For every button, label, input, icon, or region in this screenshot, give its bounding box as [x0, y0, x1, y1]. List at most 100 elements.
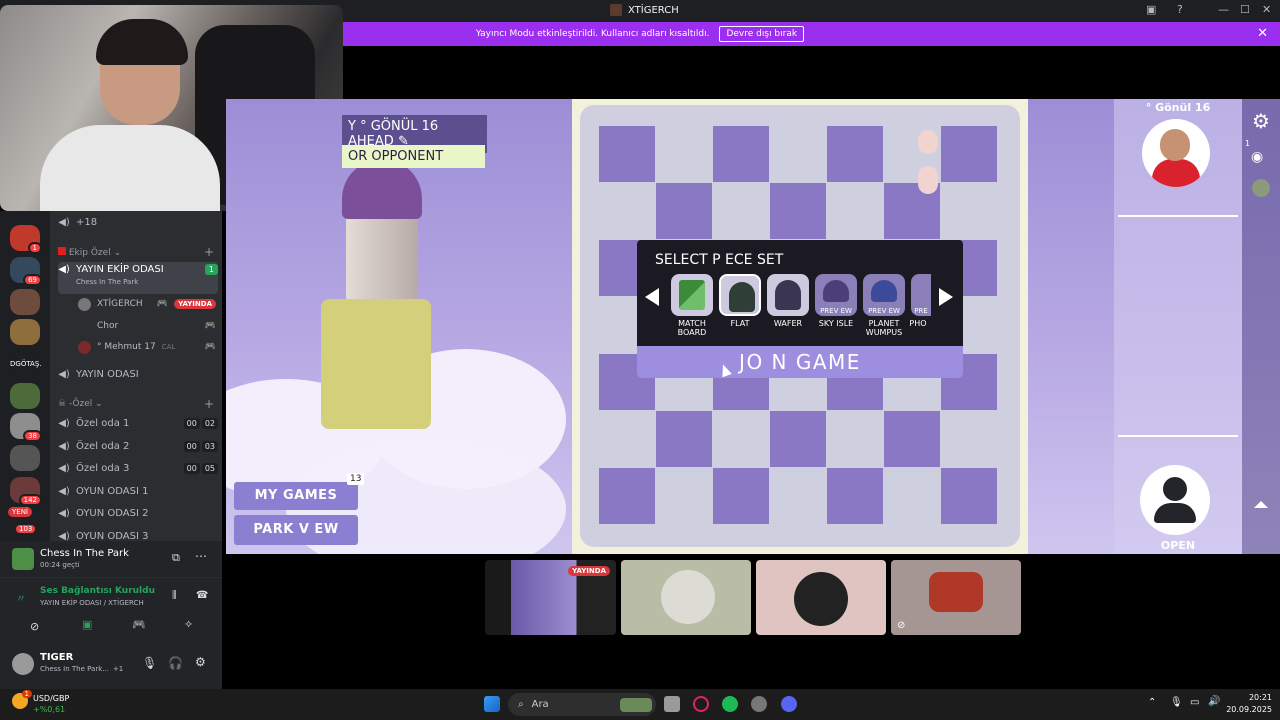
voice-overflow[interactable]: ◀) +18: [58, 213, 218, 231]
piece-set-flat[interactable]: [719, 274, 761, 316]
board-square[interactable]: [827, 468, 883, 524]
more-options-icon[interactable]: ⋯: [195, 549, 207, 563]
board-square[interactable]: [656, 468, 712, 524]
steam-icon[interactable]: [751, 696, 767, 712]
tray-chevron-icon[interactable]: ⌃: [1148, 697, 1156, 708]
screen-share-button-icon[interactable]: ▣: [82, 618, 92, 631]
board-square[interactable]: [941, 411, 997, 467]
chess-pieces[interactable]: [910, 126, 960, 206]
channel-yayin-odasi[interactable]: ◀) YAYIN ODASI: [58, 365, 218, 383]
board-square[interactable]: [656, 411, 712, 467]
channel-yayin-ekip-odasi[interactable]: ◀) YAYIN EKİP ODASI Chess In The Park 1: [58, 262, 218, 294]
tray-monitor-icon[interactable]: ▭: [1190, 697, 1199, 708]
activity-panel[interactable]: Chess In The Park 00:24 geçti ⧉ ⋯: [0, 541, 222, 577]
board-square[interactable]: [770, 468, 826, 524]
microphone-icon[interactable]: 🎙: [142, 656, 157, 670]
spotify-icon[interactable]: [722, 696, 738, 712]
screen-share-icon[interactable]: ▣: [1146, 3, 1156, 16]
board-square[interactable]: [656, 183, 712, 239]
participant-tile[interactable]: [621, 560, 751, 635]
board-square[interactable]: [884, 411, 940, 467]
join-game-button[interactable]: JO N GAME: [637, 346, 963, 378]
headphones-icon[interactable]: 🎧: [168, 656, 183, 670]
board-square[interactable]: [827, 126, 883, 182]
opera-icon[interactable]: [693, 696, 709, 712]
board-square[interactable]: [713, 126, 769, 182]
stock-widget-icon[interactable]: 1: [12, 690, 32, 709]
piece-set-pho[interactable]: PRE: [911, 274, 931, 316]
new-servers-badge[interactable]: YENİ: [8, 507, 32, 517]
camera-off-icon[interactable]: ⊘: [30, 620, 39, 633]
voice-status[interactable]: Ses Bağlantısı Kuruldu: [40, 586, 155, 596]
voice-location[interactable]: YAYIN EKİP ODASI / XTİGERCH: [40, 599, 144, 607]
user-avatar[interactable]: [12, 653, 34, 675]
clock-time[interactable]: 20:21: [1228, 693, 1272, 702]
participant-tile[interactable]: [756, 560, 886, 635]
voice-user[interactable]: Chor 🎮: [78, 317, 216, 335]
disable-streamer-mode-button[interactable]: Devre dışı bırak: [719, 26, 805, 42]
taskbar-search[interactable]: ⌕ Ara: [508, 693, 656, 716]
discord-icon[interactable]: [781, 696, 797, 712]
server-icon[interactable]: 1: [10, 225, 42, 254]
windows-start-icon[interactable]: [484, 696, 500, 712]
server-icon[interactable]: [10, 289, 40, 315]
voice-user[interactable]: XTİGERCH 🎮 YAYINDA: [78, 295, 216, 313]
activity-share-icon[interactable]: ⧉: [172, 551, 180, 565]
settings-gear-icon[interactable]: ⚙: [1252, 109, 1270, 133]
server-icon[interactable]: [10, 319, 40, 345]
board-square[interactable]: [941, 468, 997, 524]
spectator-avatar[interactable]: [1252, 179, 1270, 197]
board-square[interactable]: [827, 183, 883, 239]
maximize-button[interactable]: ☐: [1240, 3, 1250, 16]
server-icon[interactable]: 142: [10, 477, 42, 506]
category-private[interactable]: ☠ -Özel ⌄: [58, 399, 103, 409]
noise-suppression-icon[interactable]: ⫼: [172, 590, 177, 601]
soundboard-icon[interactable]: ✧: [184, 618, 193, 631]
help-icon[interactable]: ?: [1177, 3, 1183, 16]
scroll-left-arrow-icon[interactable]: [645, 288, 659, 306]
channel-oyun-odasi-1[interactable]: ◀) OYUN ODASI 1: [58, 482, 218, 500]
close-notice-icon[interactable]: ✕: [1257, 26, 1268, 41]
my-games-button[interactable]: MY GAMES: [234, 482, 358, 510]
opponent-avatar[interactable]: [1142, 119, 1210, 187]
board-square[interactable]: [599, 411, 655, 467]
channel-ozel-oda-2[interactable]: ◀) Özel oda 2 00 03: [58, 437, 218, 455]
channel-ozel-oda-3[interactable]: ◀) Özel oda 3 00 05: [58, 459, 218, 477]
disconnect-icon[interactable]: ☎: [196, 590, 208, 601]
channel-ozel-oda-1[interactable]: ◀) Özel oda 1 00 02: [58, 414, 218, 432]
board-square[interactable]: [884, 468, 940, 524]
tray-volume-icon[interactable]: 🔊: [1208, 696, 1220, 707]
voice-user[interactable]: ° Mehmut 17 CAL 🎮: [78, 338, 216, 356]
board-square[interactable]: [770, 183, 826, 239]
server-icon[interactable]: [10, 445, 40, 471]
channel-oyun-odasi-3[interactable]: ◀) OYUN ODASI 3: [58, 527, 218, 542]
board-square[interactable]: [656, 126, 712, 182]
board-square[interactable]: [827, 411, 883, 467]
server-text-icon[interactable]: DGÖTAŞ.: [10, 351, 42, 377]
minimize-button[interactable]: —: [1218, 3, 1229, 16]
server-icon[interactable]: [10, 383, 40, 409]
board-square[interactable]: [713, 411, 769, 467]
add-channel-icon[interactable]: +: [204, 245, 214, 259]
settings-gear-icon[interactable]: ⚙: [195, 655, 206, 669]
scroll-up-icon[interactable]: [1254, 501, 1268, 508]
close-window-button[interactable]: ✕: [1262, 3, 1271, 16]
open-seat-avatar[interactable]: [1140, 465, 1210, 535]
server-icon[interactable]: 69: [10, 257, 42, 286]
tray-mic-icon[interactable]: 🎙: [1170, 697, 1183, 708]
board-square[interactable]: [770, 411, 826, 467]
category-team[interactable]: Ekip Özel ⌄: [58, 247, 121, 258]
board-square[interactable]: [599, 126, 655, 182]
add-channel-icon[interactable]: +: [204, 397, 214, 411]
task-view-icon[interactable]: [664, 696, 680, 712]
board-square[interactable]: [770, 126, 826, 182]
participant-tile[interactable]: ⊘: [891, 560, 1021, 635]
piece-set-wafer[interactable]: [767, 274, 809, 316]
clock-date[interactable]: 20.09.2025: [1222, 705, 1272, 714]
board-square[interactable]: [599, 468, 655, 524]
board-square[interactable]: [713, 468, 769, 524]
scroll-right-arrow-icon[interactable]: [939, 288, 953, 306]
piece-set-planet-wumpus[interactable]: PREV EW: [863, 274, 905, 316]
board-square[interactable]: [599, 183, 655, 239]
piece-set-sky-isle[interactable]: PREV EW: [815, 274, 857, 316]
